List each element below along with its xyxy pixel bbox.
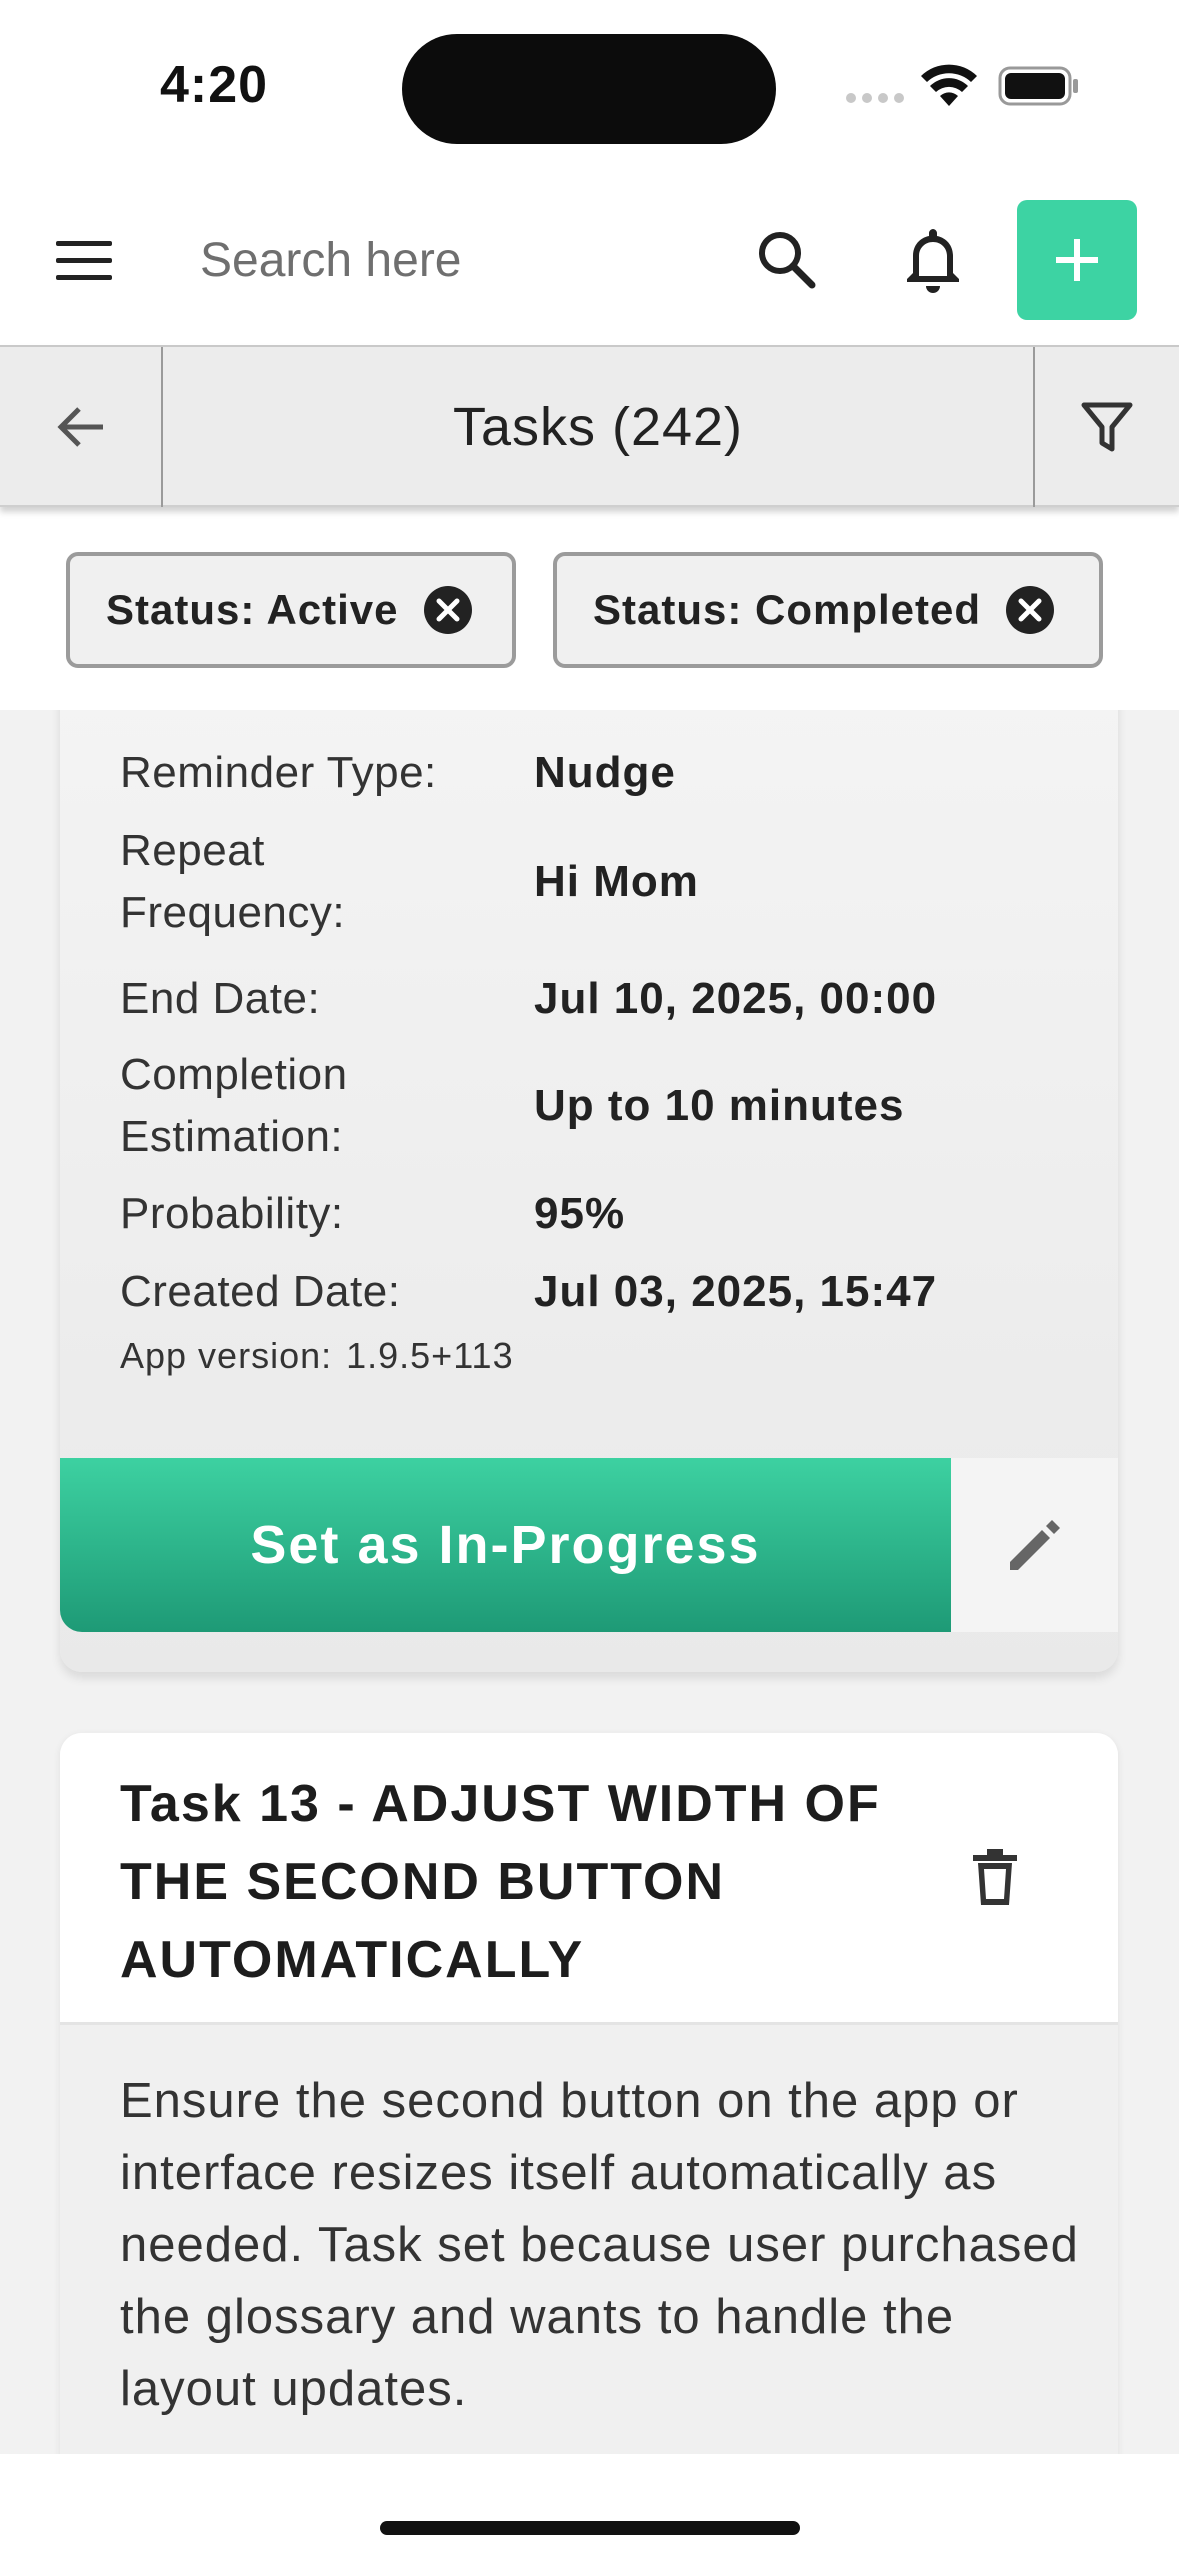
page-title: Tasks (242)	[452, 397, 744, 457]
home-indicator[interactable]	[380, 2521, 800, 2535]
delete-button[interactable]	[960, 1838, 1030, 1918]
detail-value: Nudge	[534, 748, 676, 797]
close-circle-icon[interactable]	[1005, 585, 1055, 635]
hamburger-icon	[56, 241, 112, 246]
add-task-button[interactable]	[1017, 200, 1137, 320]
set-in-progress-button[interactable]: Set as In-Progress	[60, 1458, 951, 1632]
set-in-progress-label: Set as In-Progress	[250, 1515, 761, 1575]
status-time: 4:20	[160, 56, 269, 114]
app-version: App version: 1.9.5+113	[120, 1335, 514, 1377]
hamburger-icon-line	[56, 275, 112, 280]
task-list[interactable]: Reminder Type: Nudge Repeat Frequency: H…	[0, 710, 1179, 2454]
hamburger-icon-line	[56, 258, 112, 263]
search-icon	[759, 232, 816, 289]
detail-value: Up to 10 minutes	[534, 1081, 905, 1130]
filter-button[interactable]	[1033, 347, 1179, 507]
app-header	[0, 175, 1179, 345]
search-button[interactable]	[752, 225, 822, 295]
task-card[interactable]: Task 13 - ADJUST WIDTH OF THE SECOND BUT…	[60, 1733, 1118, 2454]
detail-row-end-date: End Date: Jul 10, 2025, 00:00	[120, 968, 1100, 1030]
filter-chip-label: Status: Active	[106, 586, 399, 633]
app-version-value: 1.9.5+113	[346, 1335, 514, 1376]
filter-chip-active[interactable]: Status: Active	[66, 552, 516, 668]
menu-button[interactable]	[50, 235, 120, 287]
plus-icon	[1056, 239, 1098, 281]
filter-chip-completed[interactable]: Status: Completed	[553, 552, 1103, 668]
bell-icon	[907, 229, 959, 293]
detail-label: Probability:	[120, 1189, 344, 1238]
trash-icon	[973, 1849, 1017, 1905]
filter-icon	[1081, 402, 1133, 452]
task-card-body: Ensure the second button on the app or i…	[60, 2025, 1118, 2454]
edit-button[interactable]	[951, 1458, 1118, 1632]
detail-value: Jul 10, 2025, 00:00	[534, 974, 938, 1023]
task-card-header: Task 13 - ADJUST WIDTH OF THE SECOND BUT…	[60, 1733, 1118, 2025]
wifi-icon	[921, 64, 977, 106]
tasks-toolbar: Tasks (242)	[0, 345, 1179, 507]
detail-label: Created Date:	[120, 1267, 401, 1316]
detail-row-repeat-frequency: Repeat Frequency: Hi Mom	[120, 820, 1100, 944]
detail-label: Repeat Frequency:	[120, 826, 346, 937]
task-title: Task 13 - ADJUST WIDTH OF THE SECOND BUT…	[120, 1775, 881, 1989]
detail-value: 95%	[534, 1189, 626, 1238]
arrow-left-icon	[56, 407, 103, 447]
detail-row-created-date: Created Date: Jul 03, 2025, 15:47	[120, 1261, 1100, 1323]
filter-chips: Status: Active Status: Completed	[0, 507, 1179, 710]
detail-label: Reminder Type:	[120, 748, 437, 797]
close-circle-icon[interactable]	[423, 585, 473, 635]
status-bar: 4:20	[0, 0, 1179, 175]
task-card-expanded: Reminder Type: Nudge Repeat Frequency: H…	[60, 710, 1118, 1672]
detail-value: Hi Mom	[534, 857, 699, 906]
dynamic-island	[402, 34, 776, 144]
detail-row-completion-estimation: Completion Estimation: Up to 10 minutes	[120, 1044, 1100, 1168]
app-version-label: App version:	[120, 1335, 333, 1376]
back-button[interactable]	[0, 347, 163, 507]
detail-row-probability: Probability: 95%	[120, 1183, 1100, 1245]
detail-row-reminder-type: Reminder Type: Nudge	[120, 742, 1100, 804]
detail-value: Jul 03, 2025, 15:47	[534, 1267, 938, 1316]
filter-chip-label: Status: Completed	[593, 586, 982, 633]
home-area	[0, 2454, 1179, 2556]
search-input[interactable]	[200, 225, 720, 295]
detail-label: End Date:	[120, 974, 321, 1023]
notifications-button[interactable]	[898, 223, 968, 297]
cellular-signal-icon	[846, 93, 906, 107]
pencil-icon	[1009, 1520, 1060, 1570]
detail-label: Completion Estimation:	[120, 1050, 348, 1161]
battery-icon	[998, 66, 1078, 106]
task-description: Ensure the second button on the app or i…	[120, 2074, 1079, 2416]
